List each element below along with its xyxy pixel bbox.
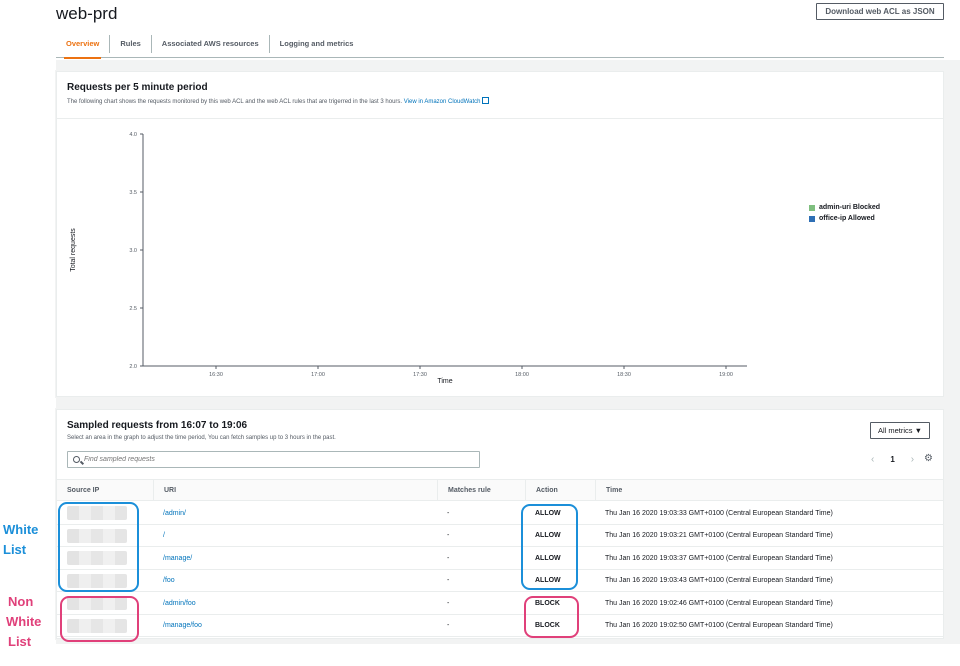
matches-rule-cell: - [447, 599, 450, 607]
tab-logging-metrics[interactable]: Logging and metrics [268, 34, 364, 53]
x-tick-label: 16:30 [209, 372, 223, 378]
column-matches-rule[interactable]: Matches rule [437, 480, 525, 500]
uri-link[interactable]: /manage/foo [153, 615, 202, 637]
tab-associated-resources[interactable]: Associated AWS resources [150, 34, 269, 53]
column-time[interactable]: Time [595, 480, 943, 500]
chevron-left-icon[interactable]: ‹ [871, 454, 874, 465]
table-row[interactable]: /manage/foo - BLOCK Thu Jan 16 2020 19:02:5… [57, 615, 943, 637]
table-row[interactable]: /admin/foo - BLOCK Thu Jan 16 2020 19:02:46… [57, 592, 943, 615]
sampled-requests-panel: Sampled requests from 16:07 to 19:06 Sel… [56, 409, 944, 639]
x-axis-label: Time [437, 378, 452, 385]
white-list-label-line: White [3, 522, 39, 537]
white-list-label-line: List [3, 542, 27, 557]
table-row[interactable]: /admin/- ALLOW Thu Jan 16 2020 19:03:33 GM… [57, 502, 943, 525]
legend-swatch-icon [809, 215, 815, 222]
matches-rule-cell: - [447, 509, 450, 517]
legend-label: admin-uri Blocked [819, 204, 881, 211]
y-tick-label: 4.0 [129, 132, 137, 138]
y-tick-label: 2.5 [129, 306, 137, 312]
table-header: Source IP URI Matches rule Action Time [57, 479, 943, 501]
gear-icon[interactable]: ⚙ [924, 453, 933, 464]
legend-swatch-icon [809, 204, 815, 211]
tab-rules[interactable]: Rules [109, 34, 150, 53]
uri-link[interactable]: /admin/ [153, 502, 186, 524]
page-number[interactable]: 1 [890, 455, 894, 464]
allow-action-outline [521, 504, 578, 590]
time-cell: Thu Jan 16 2020 19:03:37 GMT+0100 (Centr… [605, 554, 833, 562]
column-uri[interactable]: URI [153, 480, 437, 500]
y-tick-label: 2.0 [129, 364, 137, 370]
y-tick-label: 3.0 [129, 248, 137, 254]
x-tick-label: 19:00 [719, 372, 733, 378]
table-row[interactable]: / - ALLOW Thu Jan 16 2020 19:03:21 GMT+0100… [57, 525, 943, 547]
column-source-ip[interactable]: Source IP [57, 480, 153, 500]
pagination: ‹ 1 › [863, 454, 922, 465]
matches-rule-cell: - [447, 554, 450, 562]
column-action[interactable]: Action [525, 480, 595, 500]
x-tick-label: 18:00 [515, 372, 529, 378]
time-cell: Thu Jan 16 2020 19:02:50 GMT+0100 (Centr… [605, 622, 833, 629]
chevron-right-icon[interactable]: › [911, 454, 914, 465]
legend-label: office-ip Allowed [819, 215, 875, 222]
chart-legend: admin-uri Blocked office-ip Allowed [809, 202, 880, 224]
non-white-list-label-line: List [8, 634, 32, 649]
search-icon [73, 456, 80, 463]
non-white-list-label: Non White List [6, 592, 42, 652]
x-tick-label: 18:30 [617, 372, 631, 378]
uri-link[interactable]: /manage/ [153, 547, 192, 569]
matches-rule-cell: - [447, 622, 450, 629]
time-cell: Thu Jan 16 2020 19:02:46 GMT+0100 (Centr… [605, 599, 833, 607]
sampled-description: Select an area in the graph to adjust th… [67, 435, 336, 441]
white-list-ip-outline [58, 502, 139, 592]
legend-item[interactable]: office-ip Allowed [809, 213, 880, 224]
x-tick-label: 17:30 [413, 372, 427, 378]
y-tick-label: 3.5 [129, 190, 137, 196]
requests-chart[interactable]: 2.0 2.5 3.0 3.5 4.0 16:30 17:00 17:30 18:00 18:30… [57, 72, 943, 396]
page-title: web-prd [56, 4, 118, 23]
tab-overview[interactable]: Overview [56, 35, 109, 59]
block-action-outline [524, 596, 579, 638]
search-input[interactable] [84, 456, 464, 463]
non-white-list-label-line: Non [8, 594, 34, 609]
uri-link[interactable]: /admin/foo [153, 592, 196, 614]
search-box[interactable] [67, 451, 480, 468]
table-row[interactable]: /manage/- ALLOW Thu Jan 16 2020 19:03:37 G… [57, 547, 943, 570]
legend-item[interactable]: admin-uri Blocked [809, 202, 880, 213]
requests-chart-panel: Requests per 5 minute period The followi… [56, 71, 944, 397]
tab-bar: Overview Rules Associated AWS resources … [56, 30, 944, 59]
white-list-label: White List [3, 520, 38, 560]
sampled-title: Sampled requests from 16:07 to 19:06 [67, 420, 248, 431]
non-white-list-ip-outline [60, 596, 139, 642]
non-white-list-label-line: White [6, 614, 42, 629]
download-json-button[interactable]: Download web ACL as JSON [816, 3, 944, 20]
time-cell: Thu Jan 16 2020 19:03:21 GMT+0100 (Centr… [605, 532, 833, 539]
all-metrics-dropdown[interactable]: All metrics ▼ [870, 422, 930, 439]
matches-rule-cell: - [447, 577, 450, 584]
time-cell: Thu Jan 16 2020 19:03:33 GMT+0100 (Centr… [605, 509, 833, 517]
y-axis-label: Total requests [70, 228, 77, 272]
uri-link[interactable]: / [153, 525, 165, 547]
uri-link[interactable]: /foo [153, 570, 175, 592]
table-row[interactable]: /foo - ALLOW Thu Jan 16 2020 19:03:43 GMT+0… [57, 570, 943, 592]
matches-rule-cell: - [447, 532, 450, 539]
time-cell: Thu Jan 16 2020 19:03:43 GMT+0100 (Centr… [605, 577, 833, 584]
x-tick-label: 17:00 [311, 372, 325, 378]
